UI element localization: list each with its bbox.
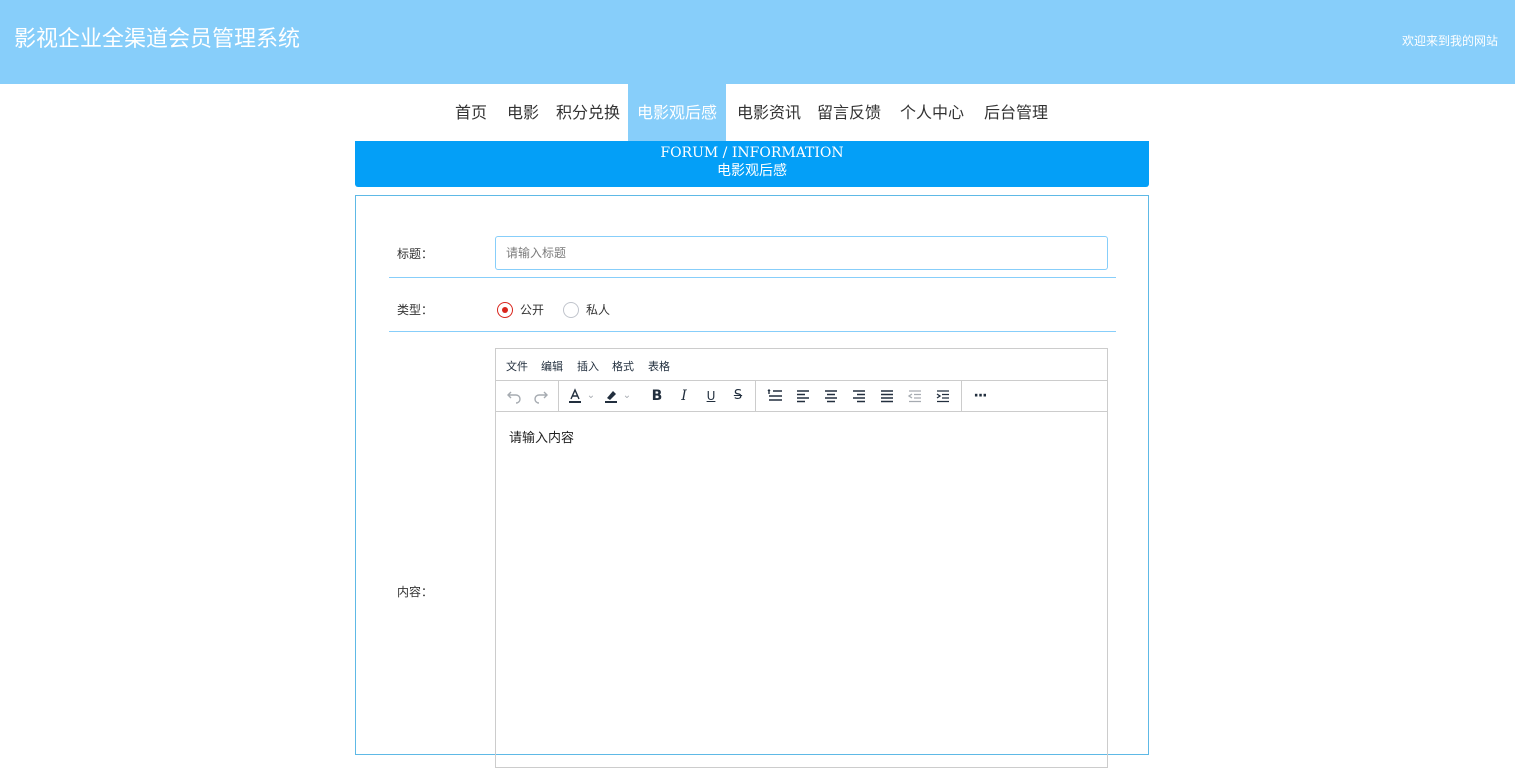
editor-content-placeholder[interactable]: 请输入内容	[509, 427, 574, 446]
nav-item-home[interactable]: 首页	[448, 84, 494, 141]
menu-table[interactable]: 表格	[648, 358, 670, 374]
underline-icon[interactable]: U	[700, 385, 722, 407]
text-color-icon[interactable]	[564, 385, 586, 407]
line-height-icon[interactable]	[764, 385, 786, 407]
align-left-icon[interactable]	[792, 385, 814, 407]
site-title: 影视企业全渠道会员管理系统	[14, 27, 301, 52]
more-icon[interactable]: ···	[969, 385, 991, 407]
section-banner: FORUM / INFORMATION 电影观后感	[355, 141, 1149, 187]
nav-item-movie-news[interactable]: 电影资讯	[730, 84, 808, 141]
nav-item-admin[interactable]: 后台管理	[977, 84, 1055, 141]
nav-item-feedback[interactable]: 留言反馈	[812, 84, 886, 141]
radio-private-circle[interactable]	[563, 302, 579, 318]
undo-icon[interactable]	[503, 385, 525, 407]
nav-item-points-exchange[interactable]: 积分兑换	[552, 84, 624, 141]
type-label: 类型：	[397, 303, 434, 317]
banner-subtitle-en: FORUM / INFORMATION	[660, 145, 844, 161]
highlight-color-icon[interactable]	[600, 385, 622, 407]
radio-private-label: 私人	[586, 303, 611, 317]
align-center-icon[interactable]	[820, 385, 842, 407]
toolbar-separator	[755, 381, 756, 411]
nav-item-personal-center[interactable]: 个人中心	[893, 84, 971, 141]
align-justify-icon[interactable]	[876, 385, 898, 407]
align-right-icon[interactable]	[848, 385, 870, 407]
menu-file[interactable]: 文件	[506, 358, 528, 374]
nav-item-movie-reviews[interactable]: 电影观后感	[628, 84, 726, 141]
italic-icon[interactable]: I	[673, 385, 695, 407]
radio-public[interactable]: 公开	[497, 302, 547, 318]
text-color-dropdown-icon[interactable]: ⌄	[584, 385, 598, 407]
radio-public-label: 公开	[520, 303, 545, 317]
banner-title-cn: 电影观后感	[717, 163, 787, 179]
title-label: 标题：	[397, 247, 434, 261]
editor-menubar: 文件 编辑 插入 格式 表格	[496, 349, 1107, 381]
content-label: 内容：	[397, 585, 434, 599]
indent-icon[interactable]	[932, 385, 954, 407]
redo-icon[interactable]	[530, 385, 552, 407]
rich-text-editor: 文件 编辑 插入 格式 表格 ⌄ ⌄ B I U S ··· 请输入内容	[495, 348, 1108, 768]
radio-private[interactable]: 私人	[563, 302, 613, 318]
nav-item-movies[interactable]: 电影	[500, 84, 546, 141]
toolbar-separator	[961, 381, 962, 411]
welcome-text: 欢迎来到我的网站	[1401, 34, 1498, 48]
menu-edit[interactable]: 编辑	[541, 358, 563, 374]
top-header: 影视企业全渠道会员管理系统 欢迎来到我的网站	[0, 0, 1515, 84]
editor-toolbar: ⌄ ⌄ B I U S ···	[496, 381, 1107, 412]
bold-icon[interactable]: B	[646, 385, 668, 407]
toolbar-separator	[558, 381, 559, 411]
main-nav: 首页 电影 积分兑换 电影观后感 电影资讯 留言反馈 个人中心 后台管理	[0, 84, 1515, 141]
strikethrough-icon[interactable]: S	[727, 385, 749, 407]
title-input[interactable]	[495, 236, 1108, 270]
radio-public-circle[interactable]	[497, 302, 513, 318]
menu-insert[interactable]: 插入	[577, 358, 599, 374]
divider	[389, 331, 1116, 332]
highlight-dropdown-icon[interactable]: ⌄	[620, 385, 634, 407]
review-form: 标题： 类型： 公开 私人 内容： 文件 编辑 插入 格式 表格	[355, 195, 1149, 768]
menu-format[interactable]: 格式	[612, 358, 634, 374]
outdent-icon[interactable]	[904, 385, 926, 407]
divider	[389, 277, 1116, 278]
